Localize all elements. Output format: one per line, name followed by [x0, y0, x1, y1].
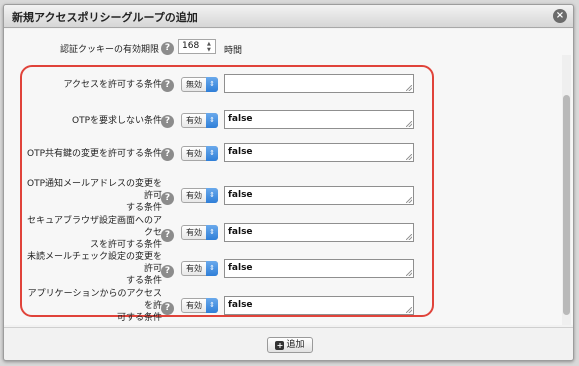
condition-row: OTPを要求しない条件? 有効 ⇕ false	[4, 109, 560, 139]
condition-expression-value: false	[228, 190, 253, 200]
condition-label-line: スを許可する条件	[89, 240, 162, 250]
help-icon[interactable]: ?	[161, 192, 174, 205]
condition-row: アプリケーションからのアクセスを許可する条件? 有効 ⇕ false	[4, 288, 560, 323]
add-button[interactable]: + 追加	[267, 337, 313, 353]
condition-expression-field[interactable]: false	[224, 110, 414, 129]
help-icon[interactable]: ?	[161, 265, 174, 278]
select-arrow-icon[interactable]: ⇕	[206, 77, 218, 92]
condition-enabled-select[interactable]: 有効 ⇕	[181, 146, 218, 161]
condition-label-line: する条件	[125, 203, 162, 213]
dialog-titlebar: 新規アクセスポリシーグループの追加 ×	[4, 5, 573, 28]
condition-expression-field[interactable]: false	[224, 186, 414, 205]
select-value: 有効	[186, 228, 202, 237]
resize-handle-icon[interactable]	[406, 307, 412, 313]
condition-enabled-select[interactable]: 有効 ⇕	[181, 261, 218, 276]
select-value: 有効	[186, 191, 202, 200]
select-arrow-icon[interactable]: ⇕	[206, 225, 218, 240]
select-value: 有効	[186, 149, 202, 158]
condition-row: アクセスを許可する条件? 無効 ⇕	[4, 73, 560, 103]
condition-expression-value: false	[228, 300, 253, 310]
condition-label-line: OTP通知メールアドレスの変更を許可	[26, 179, 162, 201]
scrollbar-thumb[interactable]	[563, 95, 570, 315]
condition-enabled-select[interactable]: 有効 ⇕	[181, 298, 218, 313]
condition-label: OTPを要求しない条件	[20, 115, 162, 127]
select-arrow-icon[interactable]: ⇕	[206, 261, 218, 276]
condition-row: セキュアブラウザ設定画面へのアクセスを許可する条件? 有効 ⇕ false	[4, 215, 560, 250]
condition-expression-value: false	[228, 114, 253, 124]
resize-handle-icon[interactable]	[406, 85, 412, 91]
add-access-policy-group-dialog: 新規アクセスポリシーグループの追加 × 認証クッキーの有効期限 ? 168 ▲ ▼…	[3, 4, 574, 361]
resize-handle-icon[interactable]	[406, 270, 412, 276]
condition-label: OTP共有鍵の変更を許可する条件	[20, 148, 162, 160]
help-icon[interactable]: ?	[161, 79, 174, 92]
condition-expression-field[interactable]: false	[224, 296, 414, 315]
select-value: 有効	[186, 116, 202, 125]
close-icon[interactable]: ×	[553, 9, 567, 23]
condition-label: アクセスを許可する条件	[20, 79, 162, 91]
condition-label-line: アクセスを許可する条件	[63, 80, 162, 90]
condition-label-line: 可する条件	[116, 313, 162, 323]
dialog-footer: + 追加	[4, 327, 573, 360]
condition-enabled-select[interactable]: 有効 ⇕	[181, 113, 218, 128]
help-icon[interactable]: ?	[161, 115, 174, 128]
help-icon[interactable]: ?	[161, 42, 174, 55]
condition-expression-field[interactable]: false	[224, 143, 414, 162]
condition-expression-field[interactable]: false	[224, 223, 414, 242]
condition-expression-value: false	[228, 263, 253, 273]
cookie-expiry-label: 認証クッキーの有効期限	[60, 45, 160, 55]
plus-icon: +	[275, 341, 285, 350]
condition-label: OTP通知メールアドレスの変更を許可する条件	[20, 178, 162, 214]
help-icon[interactable]: ?	[161, 302, 174, 315]
cookie-expiry-stepper[interactable]: 168 ▲ ▼	[178, 39, 216, 54]
select-arrow-icon[interactable]: ⇕	[206, 146, 218, 161]
resize-handle-icon[interactable]	[406, 234, 412, 240]
dialog-title: 新規アクセスポリシーグループの追加	[12, 11, 198, 24]
condition-enabled-select[interactable]: 有効 ⇕	[181, 188, 218, 203]
help-icon[interactable]: ?	[161, 148, 174, 161]
help-icon[interactable]: ?	[161, 229, 174, 242]
select-arrow-icon[interactable]: ⇕	[206, 298, 218, 313]
stepper-arrows-icon[interactable]: ▲ ▼	[207, 41, 213, 53]
select-value: 有効	[186, 264, 202, 273]
resize-handle-icon[interactable]	[406, 121, 412, 127]
vertical-scrollbar[interactable]	[562, 55, 571, 325]
select-value: 有効	[186, 301, 202, 310]
screen-background: 新規アクセスポリシーグループの追加 × 認証クッキーの有効期限 ? 168 ▲ ▼…	[0, 0, 579, 366]
condition-expression-field[interactable]: false	[224, 259, 414, 278]
condition-label: セキュアブラウザ設定画面へのアクセスを許可する条件	[20, 215, 162, 251]
condition-label-line: セキュアブラウザ設定画面へのアクセ	[27, 216, 162, 238]
condition-label: 未読メールチェック設定の変更を許可する条件	[20, 251, 162, 287]
select-arrow-icon[interactable]: ⇕	[206, 113, 218, 128]
condition-expression-value: false	[228, 227, 253, 237]
condition-label-line: する条件	[125, 276, 162, 286]
cookie-expiry-value: 168	[182, 41, 200, 51]
condition-row: OTP共有鍵の変更を許可する条件? 有効 ⇕ false	[4, 142, 560, 172]
resize-handle-icon[interactable]	[406, 197, 412, 203]
condition-label: アプリケーションからのアクセスを許可する条件	[20, 288, 162, 324]
condition-label-line: アプリケーションからのアクセスを許	[27, 289, 162, 311]
condition-row: 未読メールチェック設定の変更を許可する条件? 有効 ⇕ false	[4, 251, 560, 286]
condition-label-line: OTPを要求しない条件	[71, 116, 162, 126]
resize-handle-icon[interactable]	[406, 154, 412, 160]
condition-label-line: 未読メールチェック設定の変更を許可	[26, 252, 162, 274]
condition-label-line: OTP共有鍵の変更を許可する条件	[26, 149, 162, 159]
condition-expression-field[interactable]	[224, 74, 414, 93]
condition-row: OTP通知メールアドレスの変更を許可する条件? 有効 ⇕ false	[4, 178, 560, 213]
add-button-label: 追加	[286, 340, 305, 350]
dialog-content: 認証クッキーの有効期限 ? 168 ▲ ▼ 時間 アクセスを許可する条件? 無効 ⇕ O…	[4, 29, 573, 325]
condition-expression-value: false	[228, 147, 253, 157]
cookie-expiry-unit: 時間	[224, 46, 243, 56]
condition-enabled-select[interactable]: 有効 ⇕	[181, 225, 218, 240]
select-value: 無効	[186, 80, 202, 89]
condition-enabled-select[interactable]: 無効 ⇕	[181, 77, 218, 92]
select-arrow-icon[interactable]: ⇕	[206, 188, 218, 203]
